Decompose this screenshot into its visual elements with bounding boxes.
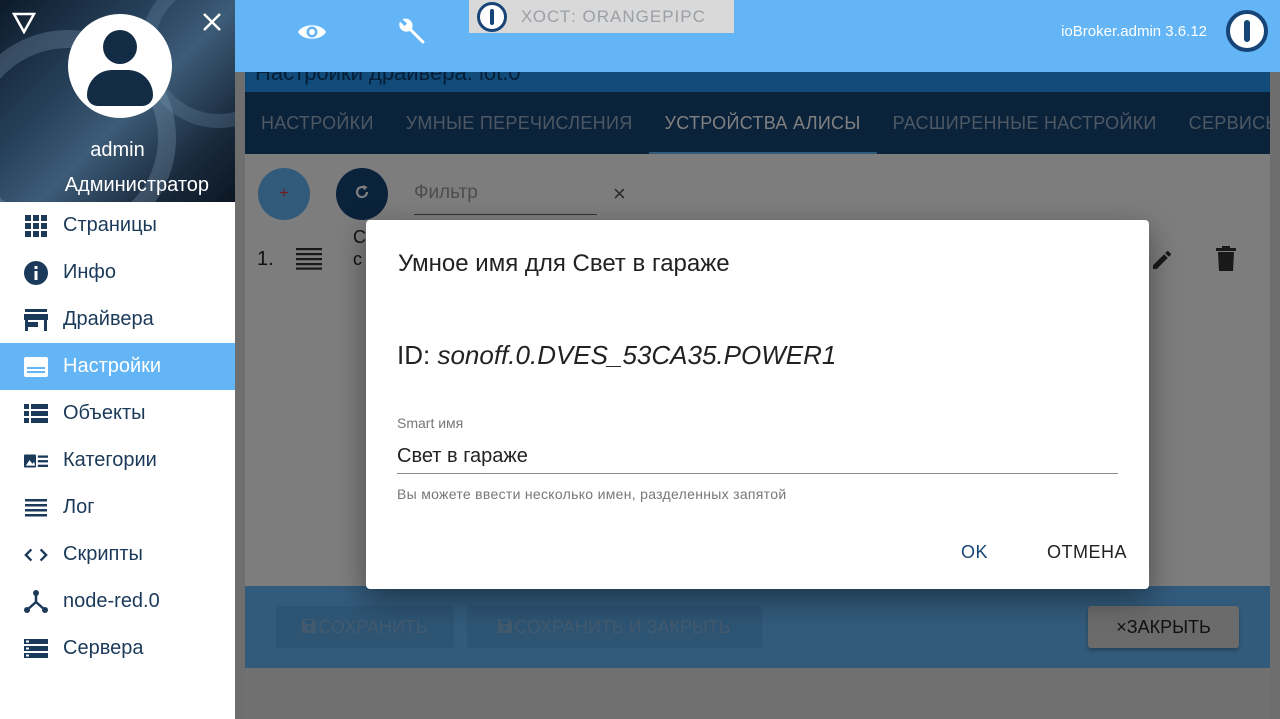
version-label: ioBroker.admin 3.6.12 bbox=[1061, 23, 1207, 40]
dialog-object-id: ID: sonoff.0.DVES_53CA35.POWER1 bbox=[397, 340, 836, 371]
sidebar-item-objects[interactable]: Объекты bbox=[0, 390, 235, 437]
list-view-icon bbox=[24, 402, 48, 426]
sidebar-item-log[interactable]: Лог bbox=[0, 484, 235, 531]
sidebar-item-node-red[interactable]: node-red.0 bbox=[0, 578, 235, 625]
smart-name-label: Smart имя bbox=[397, 415, 464, 431]
sidebar-item-hosts[interactable]: Сервера bbox=[0, 625, 235, 672]
log-icon bbox=[24, 496, 48, 520]
sidebar-item-label: Объекты bbox=[63, 402, 146, 424]
user-profile-header: admin Администратор bbox=[0, 0, 235, 202]
code-icon bbox=[24, 543, 48, 567]
triangle-down-icon[interactable] bbox=[11, 12, 37, 39]
sidebar-menu: Страницы Инфо Драйвера Настройки Объекты bbox=[0, 202, 235, 672]
sidebar-item-label: Страницы bbox=[63, 214, 157, 236]
sidebar: admin Администратор Страницы Инфо Драйве… bbox=[0, 0, 235, 719]
node-red-icon bbox=[24, 589, 48, 614]
grid-icon bbox=[24, 214, 48, 238]
host-label: ХОСТ: ORANGEPIPC bbox=[521, 6, 706, 26]
sidebar-item-scripts[interactable]: Скрипты bbox=[0, 531, 235, 578]
sidebar-item-adapters[interactable]: Драйвера bbox=[0, 296, 235, 343]
object-id-value: sonoff.0.DVES_53CA35.POWER1 bbox=[437, 340, 837, 370]
smart-name-dialog: Умное имя для Свет в гараже ID: sonoff.0… bbox=[366, 220, 1149, 589]
sidebar-item-categories[interactable]: Категории bbox=[0, 437, 235, 484]
user-name: admin bbox=[90, 139, 145, 161]
cancel-button[interactable]: ОТМЕНА bbox=[1047, 542, 1127, 563]
storage-icon bbox=[24, 637, 48, 661]
iobroker-logo-icon bbox=[477, 1, 507, 32]
category-icon bbox=[24, 449, 48, 473]
dialog-title: Умное имя для Свет в гараже bbox=[398, 250, 730, 277]
smart-name-help-text: Вы можете ввести несколько имен, разделе… bbox=[397, 486, 787, 502]
user-role: Администратор bbox=[64, 174, 209, 196]
wrench-icon[interactable] bbox=[398, 17, 428, 52]
avatar bbox=[68, 14, 172, 118]
settings-icon bbox=[24, 355, 48, 379]
sidebar-item-label: node-red.0 bbox=[63, 590, 160, 612]
sidebar-item-label: Драйвера bbox=[63, 308, 154, 330]
sidebar-item-label: Сервера bbox=[63, 637, 144, 659]
ok-button[interactable]: OK bbox=[961, 542, 988, 563]
top-app-bar: ХОСТ: ORANGEPIPC ioBroker.admin 3.6.12 bbox=[235, 0, 1280, 72]
info-icon bbox=[24, 260, 48, 285]
iobroker-logo-icon[interactable] bbox=[1226, 10, 1268, 52]
sidebar-item-label: Скрипты bbox=[63, 543, 143, 565]
sidebar-item-label: Инфо bbox=[63, 261, 116, 283]
sidebar-item-settings[interactable]: Настройки bbox=[0, 343, 235, 390]
sidebar-item-label: Категории bbox=[63, 449, 157, 471]
smart-name-input[interactable] bbox=[397, 440, 1118, 474]
sidebar-item-label: Лог bbox=[63, 496, 95, 518]
store-icon bbox=[24, 308, 48, 332]
eye-icon[interactable] bbox=[297, 20, 327, 49]
sidebar-item-pages[interactable]: Страницы bbox=[0, 202, 235, 249]
sidebar-item-info[interactable]: Инфо bbox=[0, 249, 235, 296]
sidebar-item-label: Настройки bbox=[63, 355, 162, 377]
close-icon[interactable] bbox=[202, 12, 222, 37]
host-selector[interactable]: ХОСТ: ORANGEPIPC bbox=[469, 0, 734, 33]
object-id-prefix: ID: bbox=[397, 340, 438, 370]
